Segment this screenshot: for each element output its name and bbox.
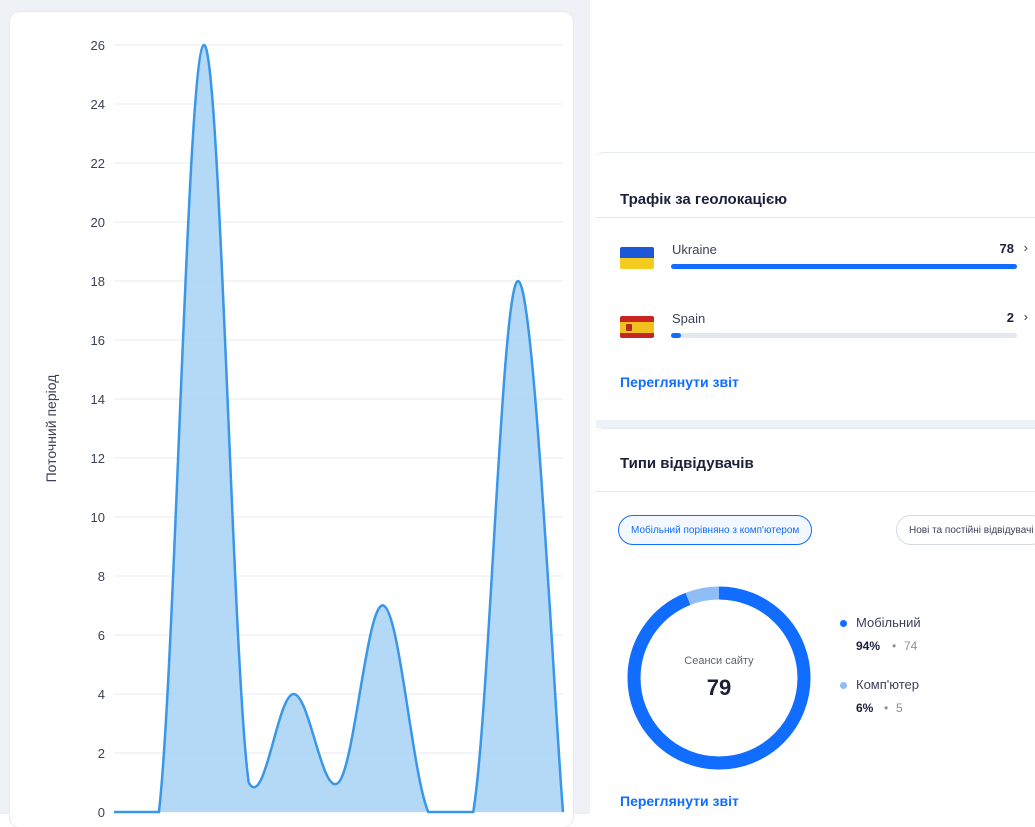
y-tick-label: 20 (91, 215, 105, 230)
y-tick-label: 14 (91, 392, 105, 407)
visitor-types-divider (596, 491, 1035, 492)
y-tick-label: 22 (91, 156, 105, 171)
visitor-types-title: Типи відвідувачів (620, 455, 754, 472)
tab-new-vs-returning[interactable]: Нові та постійні відвідувачі (896, 515, 1035, 545)
legend-percent: 6% (856, 701, 874, 715)
y-tick-label: 10 (91, 510, 105, 525)
y-tick-label: 2 (98, 746, 105, 761)
geolocation-card: Трафік за геолокацією Ukraine 78 › Spain… (596, 152, 1035, 421)
donut-total-value: 79 (706, 675, 732, 700)
traffic-chart-card: 0 2 4 6 8 10 12 14 16 18 20 22 24 26 Поточний період (10, 12, 573, 827)
geolocation-divider (596, 217, 1035, 218)
y-axis-label: Поточний період (43, 375, 59, 483)
legend-name: Мобільний (856, 615, 921, 630)
legend-name: Комп'ютер (856, 677, 919, 692)
country-share-fill (671, 264, 1017, 269)
geolocation-title: Трафік за геолокацією (620, 191, 788, 208)
country-name: Spain (672, 311, 706, 326)
legend-percent: 94% (856, 639, 881, 653)
geo-row-ukraine[interactable]: Ukraine 78 › (620, 239, 1028, 279)
legend-dot-icon (840, 620, 847, 627)
visitor-types-view-report-link[interactable]: Переглянути звіт (620, 793, 739, 809)
visitor-types-card: Типи відвідувачів Мобільний порівняно з … (596, 428, 1035, 819)
y-tick-label: 8 (98, 569, 105, 584)
legend-count: 74 (904, 639, 918, 653)
legend-count: 5 (896, 701, 903, 715)
country-name: Ukraine (672, 242, 717, 257)
sessions-donut-chart: Сеанси сайту 79 (624, 583, 814, 773)
series-area-fill (114, 44, 563, 812)
y-tick-label: 6 (98, 628, 105, 643)
legend-separator: • (892, 639, 897, 653)
country-count: 2 (1006, 310, 1014, 325)
geolocation-view-report-link[interactable]: Переглянути звіт (620, 374, 739, 390)
y-tick-label: 12 (91, 451, 105, 466)
spain-flag-icon (620, 316, 654, 338)
card-gap (596, 420, 1035, 428)
geo-row-spain[interactable]: Spain 2 › (620, 308, 1028, 348)
chevron-right-icon[interactable]: › (1024, 240, 1028, 255)
legend-dot-icon (840, 682, 847, 689)
ukraine-flag-icon (620, 247, 654, 269)
y-tick-label: 26 (91, 38, 105, 53)
y-tick-label: 0 (98, 805, 105, 820)
country-share-bar (671, 333, 1017, 338)
tab-mobile-vs-desktop[interactable]: Мобільний порівняно з комп'ютером (618, 515, 813, 545)
y-tick-label: 4 (98, 687, 105, 702)
y-tick-label: 18 (91, 274, 105, 289)
chevron-right-icon[interactable]: › (1024, 309, 1028, 324)
y-tick-label: 16 (91, 333, 105, 348)
country-share-bar (671, 264, 1017, 269)
legend-separator: • (884, 701, 889, 715)
country-count: 78 (999, 241, 1014, 256)
y-tick-label: 24 (91, 97, 105, 112)
donut-label: Сеанси сайту (684, 655, 754, 667)
country-share-fill (671, 333, 682, 338)
traffic-area-chart: 02468101214161820222426Поточний період (43, 38, 565, 820)
